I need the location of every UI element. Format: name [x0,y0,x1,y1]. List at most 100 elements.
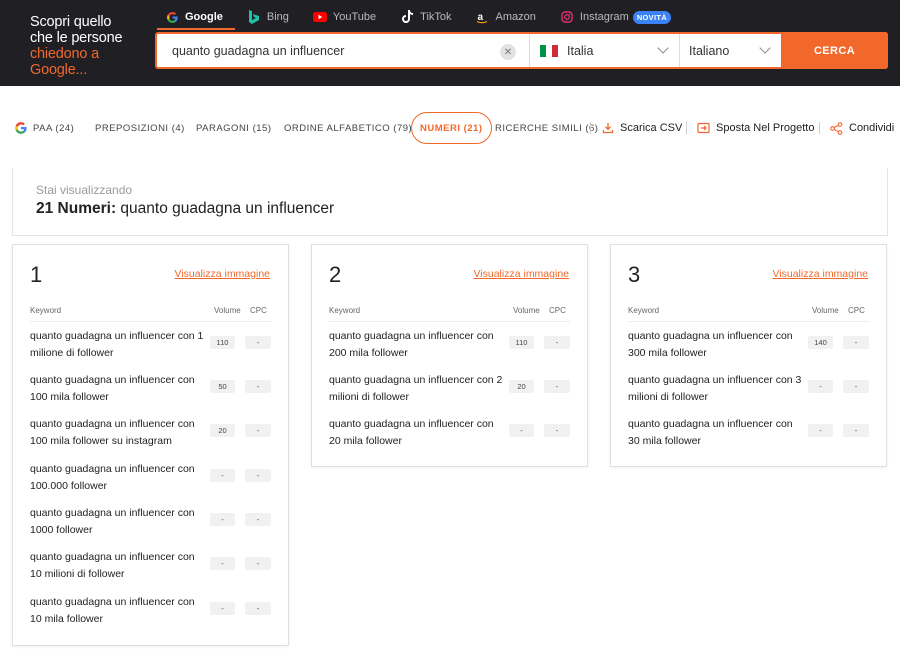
keyword-row[interactable]: quanto guadagna un influencer con 100 mil… [30,416,280,456]
country-select[interactable]: Italia [529,34,679,67]
keyword-text: quanto guadagna un influencer con 100.000… [30,463,195,492]
move-to-project-button[interactable]: Sposta Nel Progetto [697,112,814,144]
cpc-value: - [245,469,271,482]
keyword-row[interactable]: quanto guadagna un influencer con 10 mili… [30,549,280,589]
cpc-value: - [544,380,570,393]
view-image-link[interactable]: Visualizza immagine [772,268,868,280]
new-badge: NOVITÀ [632,10,671,24]
column-header-keyword: Keyword [329,306,361,315]
chevron-down-icon [759,42,771,54]
download-csv-button[interactable]: Scarica CSV [602,112,682,144]
share-button[interactable]: Condividi [830,112,894,144]
engine-tab-tiktok[interactable]: TikTok [400,8,452,26]
view-image-link[interactable]: Visualizza immagine [174,268,270,280]
move-to-project-icon [697,122,710,134]
volume-value: - [210,602,235,615]
keyword-row[interactable]: quanto guadagna un influencer con 30 mila… [628,416,878,456]
keyword-text: quanto guadagna un influencer con 100 mil… [30,418,195,447]
engine-label-bing: Bing [266,11,289,23]
volume-value: 20 [509,380,534,393]
keyword-row[interactable]: quanto guadagna un influencer con 2 milio… [329,372,579,412]
bing-icon [247,10,261,24]
column-header-cpc: CPC [250,306,267,315]
result-card-3: 3 Visualizza immagine Keyword Volume CPC… [610,244,887,467]
column-header-cpc: CPC [549,306,566,315]
top-header: Scopri quello che le persone chiedono a … [0,0,900,86]
keyword-row[interactable]: quanto guadagna un influencer con 1000 fo… [30,505,280,545]
engine-tab-bing[interactable]: Bing [247,8,289,26]
tab-paa[interactable]: PAA (24) [14,112,74,144]
tagline-accent-1: chiedono a [30,46,99,62]
volume-value: 20 [210,424,235,437]
tiktok-icon [400,10,414,24]
keyword-text: quanto guadagna un influencer con 30 mila… [628,418,793,447]
search-input[interactable] [157,34,529,67]
view-image-link[interactable]: Visualizza immagine [473,268,569,280]
tab-numeri[interactable]: NUMERI (21) [411,112,492,144]
move-label: Sposta Nel Progetto [716,122,815,134]
language-value: Italiano [689,43,730,58]
engine-tab-amazon[interactable]: a Amazon [476,8,536,26]
divider [686,122,687,134]
tagline-line-1: Scopri quello [30,14,112,30]
result-card-1: 1 Visualizza immagine Keyword Volume CPC… [12,244,289,646]
keyword-text: quanto guadagna un influencer con 2 milio… [329,374,503,403]
keyword-text: quanto guadagna un influencer con 10 mili… [30,551,195,580]
cpc-value: - [843,336,869,349]
engine-tab-youtube[interactable]: YouTube [312,8,377,26]
chevron-down-icon [657,42,669,54]
engine-tab-instagram[interactable]: Instagram NOVITÀ [560,8,671,26]
cpc-value: - [544,336,570,349]
keyword-row[interactable]: quanto guadagna un influencer con 300 mil… [628,328,878,368]
tab-preposizioni[interactable]: PREPOSIZIONI (4) [95,112,185,144]
keyword-row[interactable]: quanto guadagna un influencer con 100.000… [30,461,280,501]
tagline-accent-2: Google... [30,62,88,78]
google-icon [14,121,28,135]
card-number: 2 [329,262,342,287]
keyword-row[interactable]: quanto guadagna un influencer con 10 mila… [30,594,280,634]
language-select[interactable]: Italiano [679,34,781,67]
tab-label: PAA (24) [33,122,75,134]
tab-ricerche-simili[interactable]: RICERCHE SIMILI (6) [495,112,598,144]
engine-label-amazon: Amazon [495,11,536,23]
card-number: 3 [628,262,641,287]
keyword-row[interactable]: quanto guadagna un influencer con 100 mil… [30,372,280,412]
clear-search-button[interactable]: ✕ [500,44,516,60]
column-header-keyword: Keyword [628,306,660,315]
cpc-value: - [245,380,271,393]
cpc-value: - [245,424,271,437]
close-icon: ✕ [503,46,513,58]
result-card-2: 2 Visualizza immagine Keyword Volume CPC… [311,244,588,467]
search-button[interactable]: CERCA [781,32,888,69]
download-label: Scarica CSV [620,122,683,134]
youtube-icon [312,10,327,24]
volume-value: - [210,469,235,482]
keyword-text: quanto guadagna un influencer con 3 milio… [628,374,802,403]
volume-value: 140 [808,336,833,349]
tab-paragoni[interactable]: PARAGONI (15) [196,112,271,144]
instagram-icon [560,10,574,24]
volume-value: - [210,513,235,526]
tab-ordine-alfabetico[interactable]: ORDINE ALFABETICO (79) [284,112,412,144]
engine-label-youtube: YouTube [332,11,377,23]
results-summary: Stai visualizzando 21 Numeri: quanto gua… [12,168,888,236]
search-engine-tabs: Google Bing YouTube TikTok a Amazon Inst… [165,8,695,26]
engine-label-instagram: Instagram [579,11,629,23]
keyword-text: quanto guadagna un influencer con 10 mila… [30,596,195,625]
card-number: 1 [30,262,43,287]
column-header-cpc: CPC [848,306,865,315]
cpc-value: - [245,557,271,570]
header-divider [30,321,271,322]
keyword-text: quanto guadagna un influencer con 200 mil… [329,330,494,359]
download-icon [602,122,614,134]
google-icon [165,10,179,24]
engine-label-google: Google [185,11,223,23]
keyword-row[interactable]: quanto guadagna un influencer con 1 milio… [30,328,280,368]
keyword-row[interactable]: quanto guadagna un influencer con 200 mil… [329,328,579,368]
keyword-row[interactable]: quanto guadagna un influencer con 3 milio… [628,372,878,412]
engine-tab-google[interactable]: Google [165,8,223,26]
summary-title: 21 Numeri: quanto guadagna un influencer [36,200,334,218]
column-header-volume: Volume [812,306,839,315]
keyword-row[interactable]: quanto guadagna un influencer con 20 mila… [329,416,579,456]
summary-count: 21 Numeri: [36,200,117,217]
